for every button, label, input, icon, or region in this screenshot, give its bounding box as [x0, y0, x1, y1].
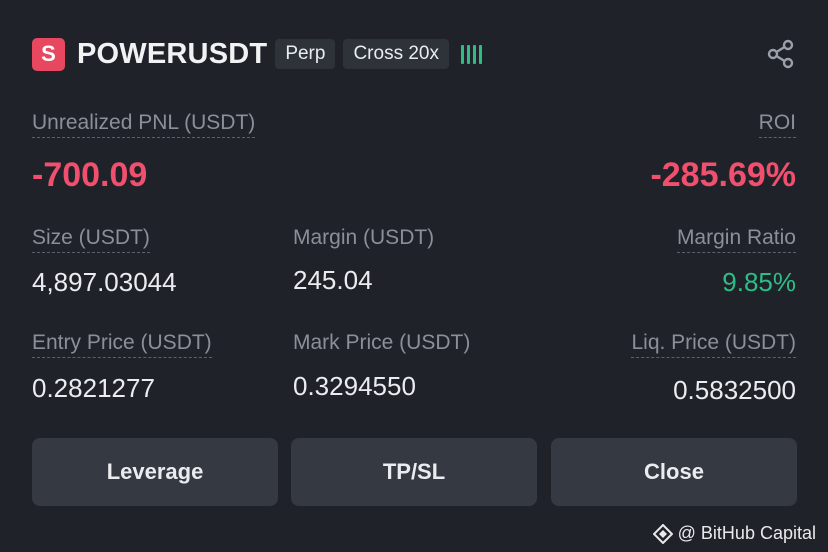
entry-price-value: 0.2821277 [32, 373, 155, 403]
watermark-text: @ BitHub Capital [677, 523, 816, 543]
leverage-button[interactable]: Leverage [32, 438, 278, 506]
roi-label[interactable]: ROI [758, 110, 796, 138]
share-icon[interactable] [766, 39, 796, 69]
bithub-logo-icon [652, 523, 673, 544]
roi-value: -285.69% [650, 156, 796, 194]
symbol-title[interactable]: POWERUSDT [77, 38, 267, 71]
margin-label: Margin (USDT) [293, 226, 435, 249]
liq-price-value: 0.5832500 [673, 375, 796, 405]
signal-strength-icon [460, 44, 482, 64]
close-position-button[interactable]: Close [551, 438, 797, 506]
watermark: @ BitHub Capital [652, 523, 816, 544]
mark-price-label: Mark Price (USDT) [293, 331, 471, 354]
unrealized-pnl-label[interactable]: Unrealized PNL (USDT) [32, 110, 256, 138]
mark-price-value: 0.3294550 [293, 371, 416, 401]
size-value: 4,897.03044 [32, 267, 177, 297]
margin-ratio-label[interactable]: Margin Ratio [676, 225, 796, 253]
margin-ratio-value: 9.85% [722, 267, 796, 297]
position-header: S POWERUSDT Perp Cross 20x [32, 36, 482, 72]
contract-type-tag: Perp [275, 39, 336, 69]
margin-mode-tag[interactable]: Cross 20x [343, 39, 449, 69]
tpsl-button[interactable]: TP/SL [291, 438, 537, 506]
size-label[interactable]: Size (USDT) [32, 225, 150, 253]
margin-value: 245.04 [293, 265, 373, 295]
side-badge: S [32, 37, 65, 71]
entry-price-label[interactable]: Entry Price (USDT) [32, 330, 212, 358]
liq-price-label[interactable]: Liq. Price (USDT) [631, 330, 796, 358]
unrealized-pnl-value: -700.09 [32, 156, 148, 194]
